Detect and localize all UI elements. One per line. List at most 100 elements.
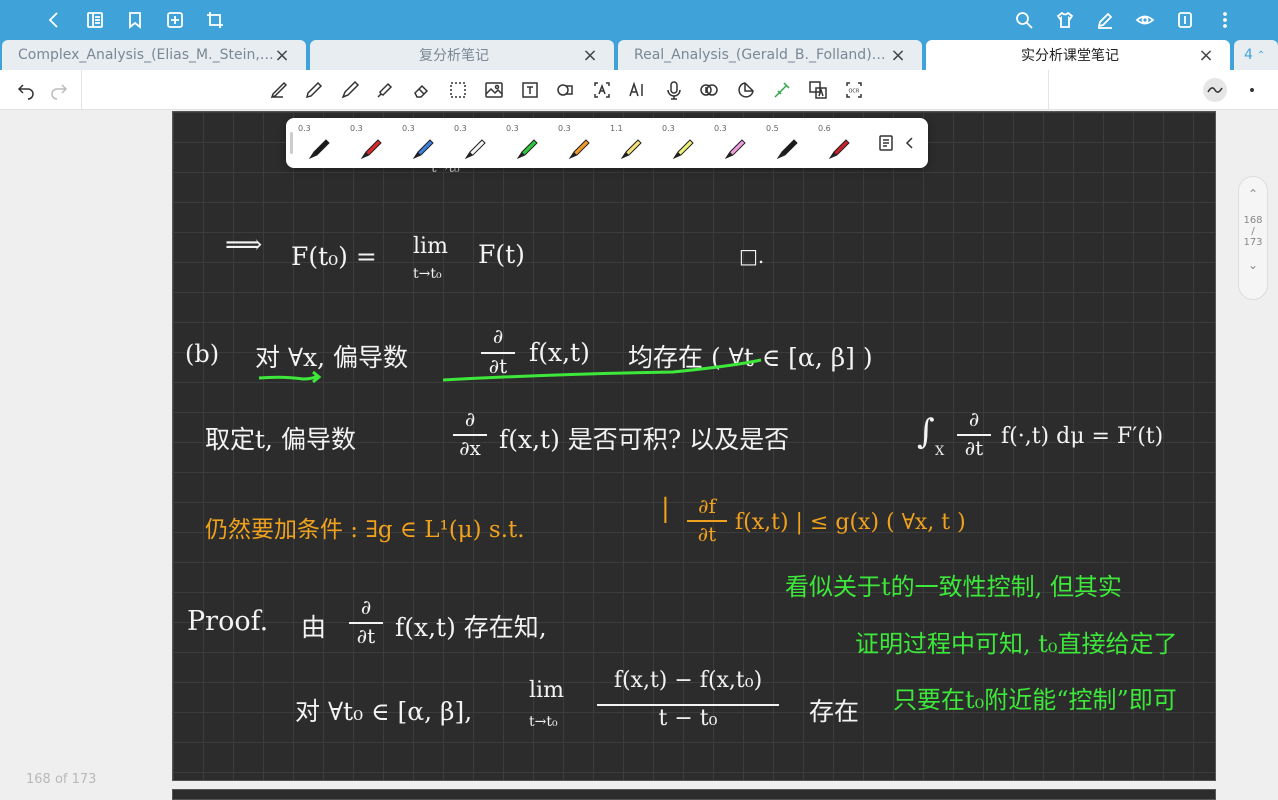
f-t0-expression: F(t₀) = [291, 242, 377, 271]
line3-end: f(·,t) dμ = F′(t) [1001, 424, 1164, 449]
last-lim-text: lim [529, 678, 564, 703]
integral-sign: ∫ [917, 412, 935, 452]
df-numerator: ∂f [698, 494, 716, 518]
tab-label: 复分析笔记 [419, 48, 489, 64]
theme-shirt-icon[interactable] [1053, 8, 1077, 32]
text-recognition-icon[interactable] [590, 78, 614, 102]
pen-preset-11[interactable]: 0.6 [816, 122, 864, 164]
divider [1048, 70, 1049, 110]
pen-preset-10[interactable]: 0.5 [764, 122, 812, 164]
audio-recording-icon[interactable] [697, 78, 721, 102]
current-page-number: 168 [1243, 215, 1263, 226]
page-layout-icon[interactable] [1173, 8, 1197, 32]
green-note-line1: 看似关于t的一致性控制, 但其实 [785, 573, 1122, 601]
total-page-number: 173 [1243, 237, 1263, 248]
condition-text: 仍然要加条件 : ∃g ∈ L¹(μ) s.t. [205, 517, 525, 543]
pen-preset-3[interactable]: 0.3 [400, 122, 448, 164]
pen-icon [308, 139, 330, 160]
part-b-label: (b) [185, 340, 220, 368]
pen-width-label: 0.3 [506, 124, 519, 133]
page-indicator: 168 of 173 [26, 772, 97, 787]
more-options-dot-icon[interactable] [1240, 78, 1264, 102]
close-icon[interactable]: × [274, 45, 290, 66]
partial-t-numerator: ∂ [968, 407, 980, 431]
svg-text:OCR: OCR [849, 89, 860, 95]
pen-palette-popup: 0.3 0.3 0.3 0.3 0.3 0.3 1.1 0.3 0.3 0.5 0.6 [286, 118, 928, 168]
search-icon[interactable] [1012, 8, 1036, 32]
image-icon[interactable] [482, 78, 506, 102]
undo-icon[interactable] [14, 78, 38, 102]
tab-label: Complex_Analysis_(Elias_M._Stein,_... [18, 47, 274, 63]
green-underline-strokes [258, 358, 762, 384]
laser-pointer-icon[interactable] [770, 78, 794, 102]
redo-icon[interactable] [47, 78, 71, 102]
difference-quotient-denominator: t − t₀ [597, 704, 779, 731]
pen-preset-9[interactable]: 0.3 [712, 122, 760, 164]
shape-icon[interactable] [553, 78, 577, 102]
pen-preset-6[interactable]: 0.3 [556, 122, 604, 164]
pen-preset-2[interactable]: 0.3 [348, 122, 396, 164]
close-icon[interactable]: × [582, 45, 598, 66]
crop-icon[interactable] [203, 8, 227, 32]
close-icon[interactable]: × [1198, 45, 1214, 66]
note-page[interactable]: t→t₀ ⟹ F(t₀) = lim t→t₀ F(t) □. (b) 对 ∀x… [172, 111, 1216, 781]
page-scroll-panel[interactable]: ⌃ 168 / 173 ⌄ [1238, 176, 1268, 300]
partial-x-denominator: ∂x [453, 434, 487, 460]
tab-shi-fen-xi[interactable]: 实分析课堂笔记 × [926, 40, 1230, 70]
pen-edit-icon[interactable] [1093, 8, 1117, 32]
tab-overflow[interactable]: 4 ⌃ [1234, 40, 1278, 70]
more-vert-icon[interactable] [1213, 8, 1237, 32]
fountain-pen-icon[interactable] [267, 78, 291, 102]
pen-preset-7[interactable]: 1.1 [608, 122, 656, 164]
tab-real-analysis[interactable]: Real_Analysis_(Gerald_B._Folland)_(... × [618, 40, 922, 70]
tab-fu-fen-xi[interactable]: 复分析笔记 × [310, 40, 614, 70]
highlighter-icon[interactable] [373, 78, 397, 102]
green-note-line3: 只要在t₀附近能“控制”即可 [893, 686, 1177, 714]
pen-icon [620, 139, 642, 160]
df-denominator: ∂t [687, 520, 727, 546]
close-icon[interactable]: × [890, 45, 906, 66]
proof-partial-numerator: ∂ [360, 595, 372, 619]
tab-count: 4 [1244, 47, 1253, 63]
microphone-icon[interactable] [662, 78, 686, 102]
implies-arrow: ⟹ [225, 230, 263, 260]
chevron-up-icon[interactable]: ⌃ [1239, 187, 1267, 201]
line3-mid: f(x,t) 是否可积? 以及是否 [499, 425, 790, 454]
line3-text: 取定t, 偏导数 [205, 425, 356, 454]
lasso-select-icon[interactable] [446, 78, 470, 102]
pen-settings-icon[interactable] [874, 131, 898, 155]
eraser-icon[interactable] [409, 78, 433, 102]
pen-width-label: 0.3 [454, 124, 467, 133]
collapse-chevron-icon[interactable] [898, 131, 922, 155]
add-page-icon[interactable] [163, 8, 187, 32]
chevron-down-icon[interactable]: ⌄ [1239, 258, 1267, 272]
pen-preset-1[interactable]: 0.3 [296, 122, 344, 164]
partial-t-denominator: ∂t [957, 434, 991, 460]
pen-width-label: 0.6 [818, 124, 831, 133]
eye-icon[interactable] [1133, 8, 1157, 32]
library-icon[interactable] [83, 8, 107, 32]
drag-handle[interactable] [290, 132, 293, 154]
pen-icon [516, 139, 538, 160]
ai-icon[interactable] [625, 78, 649, 102]
lim-text: lim [413, 234, 448, 259]
pencil-icon[interactable] [302, 78, 326, 102]
pen-width-label: 0.3 [558, 124, 571, 133]
pen-icon [776, 139, 798, 160]
ocr-icon[interactable]: OCR [842, 78, 866, 102]
pen-preset-4[interactable]: 0.3 [452, 122, 500, 164]
pen-preset-8[interactable]: 0.3 [660, 122, 708, 164]
stroke-style-icon[interactable] [1203, 78, 1227, 102]
bookmark-icon[interactable] [123, 8, 147, 32]
partial-numerator: ∂ [492, 324, 504, 348]
back-icon[interactable] [42, 8, 66, 32]
text-box-icon[interactable] [518, 78, 542, 102]
ballpoint-pen-icon[interactable] [338, 78, 362, 102]
tab-complex-analysis[interactable]: Complex_Analysis_(Elias_M._Stein,_... × [2, 40, 306, 70]
divider [81, 70, 82, 110]
qed-mark: □. [739, 244, 765, 268]
pen-icon [568, 139, 590, 160]
sticker-icon[interactable] [734, 78, 758, 102]
translate-icon[interactable] [806, 78, 830, 102]
pen-preset-5[interactable]: 0.3 [504, 122, 552, 164]
